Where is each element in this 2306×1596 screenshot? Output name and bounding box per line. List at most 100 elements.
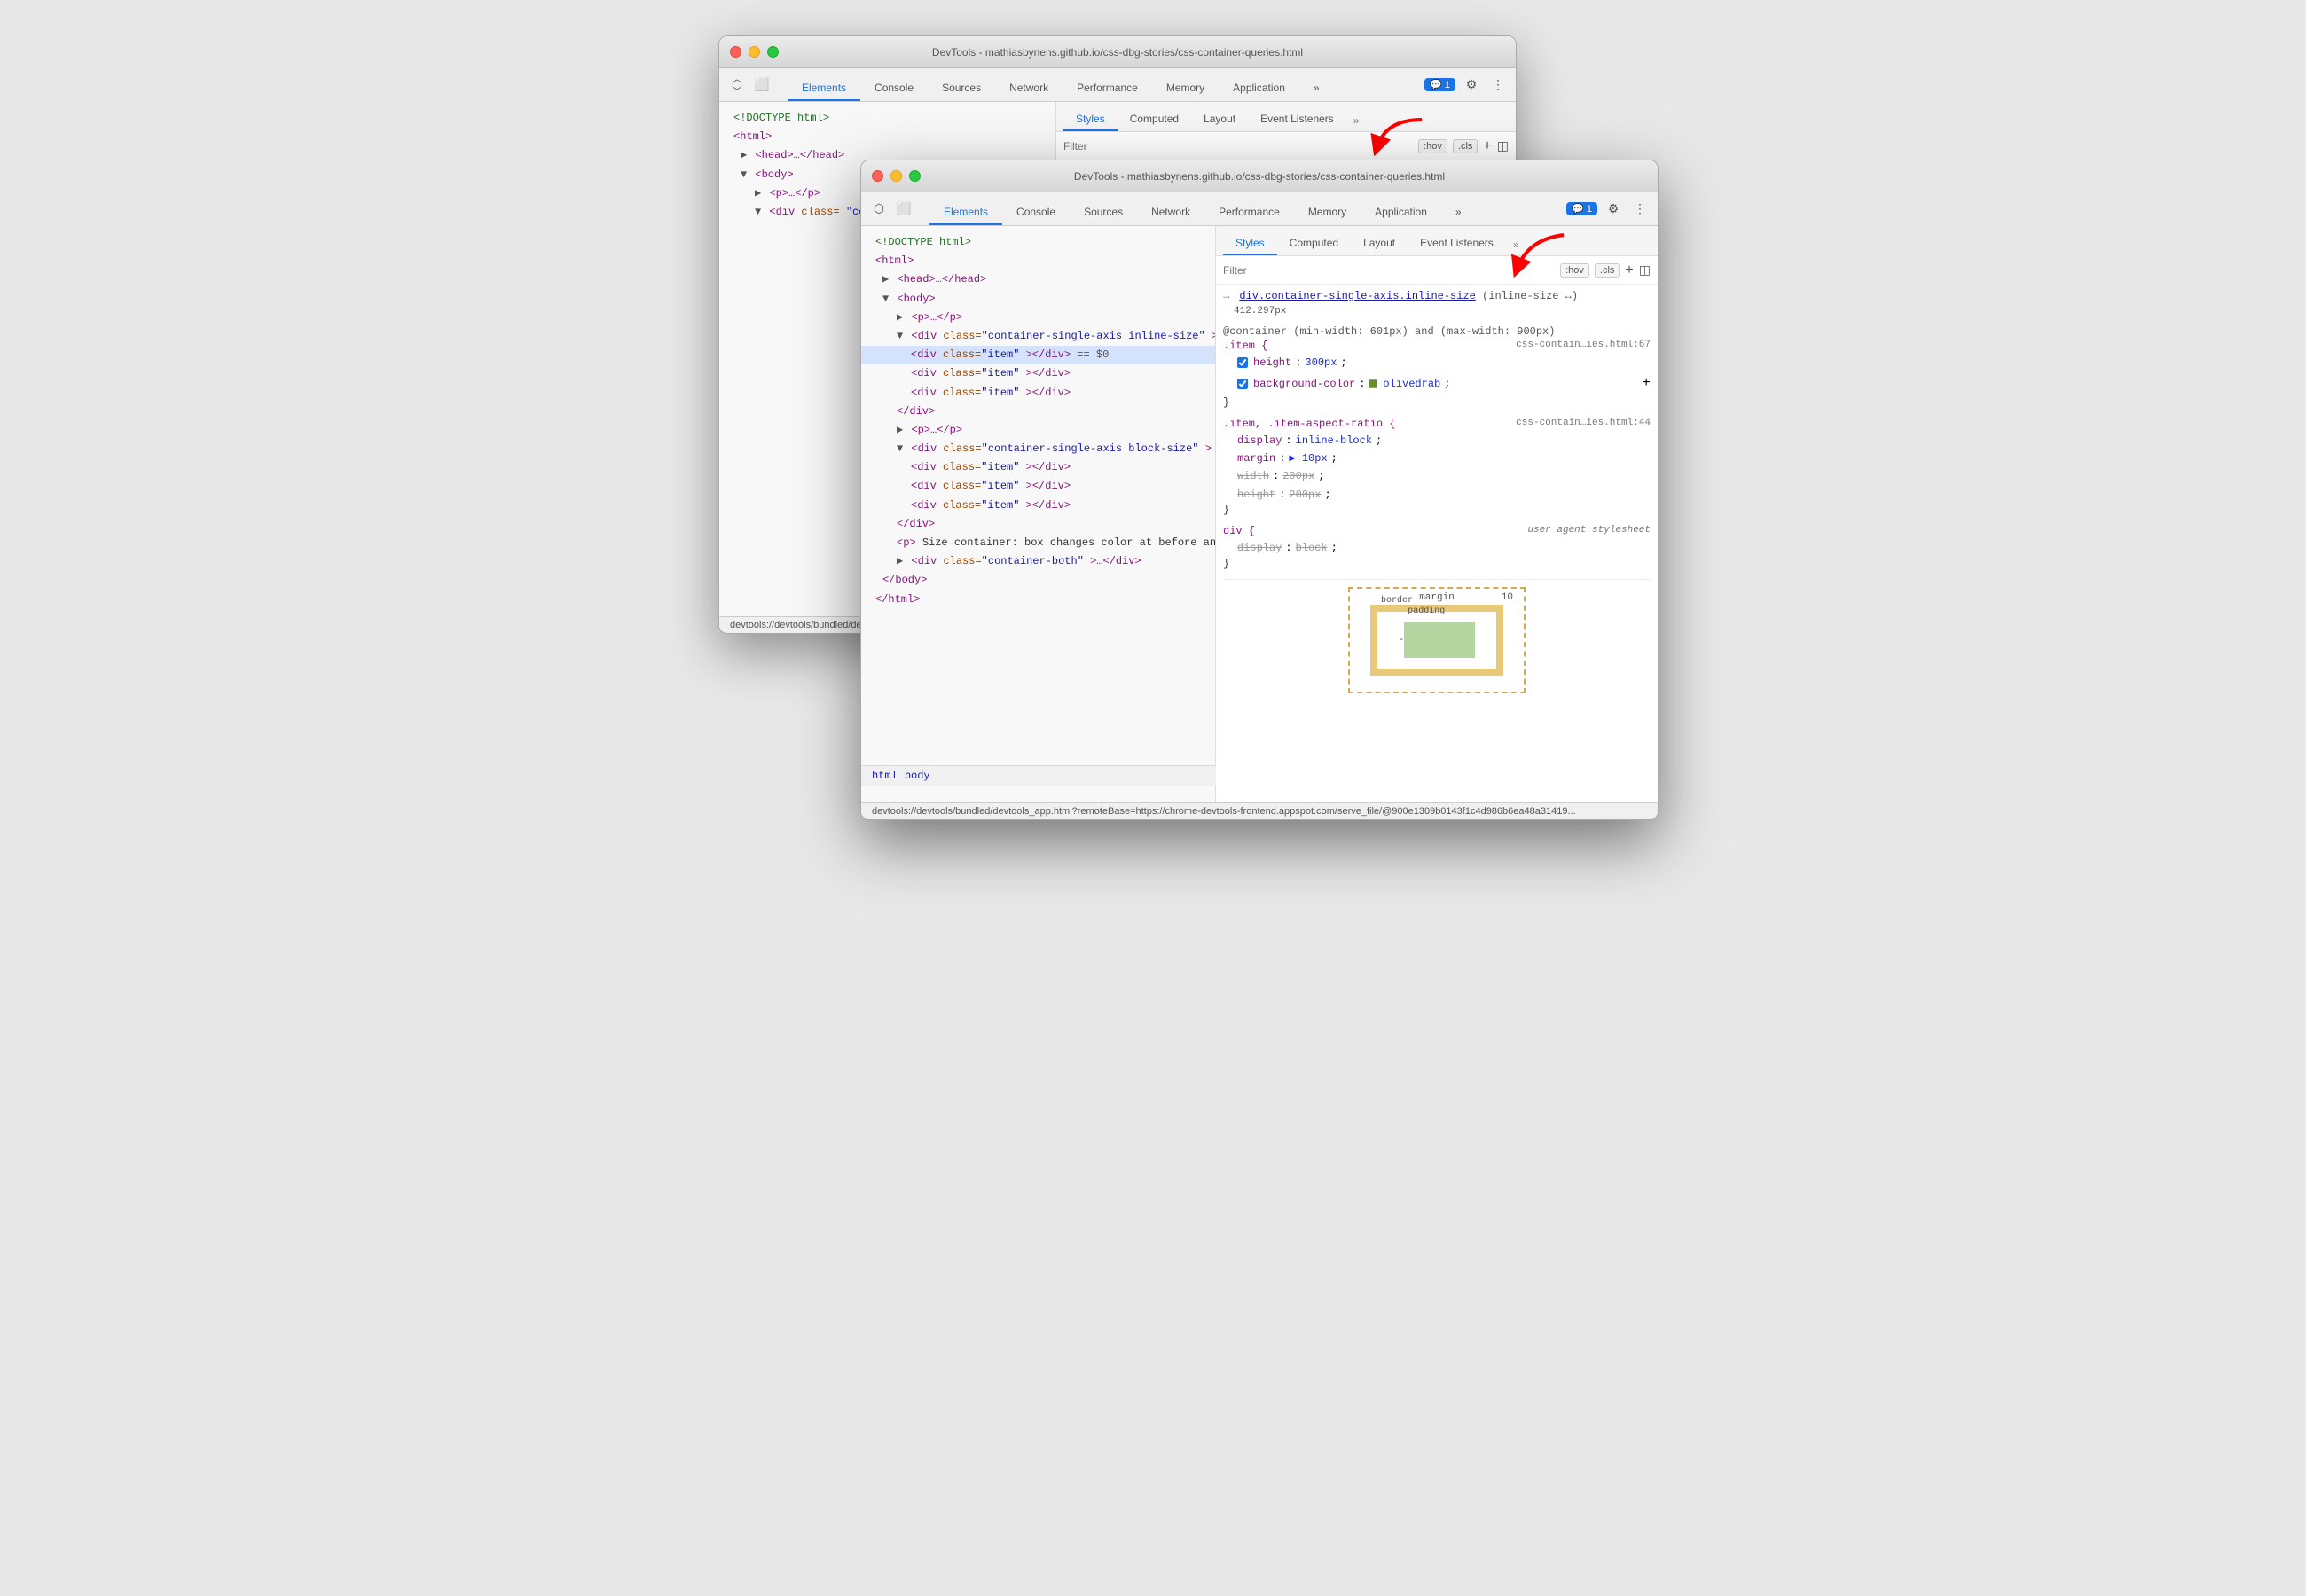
element-link-2[interactable]: div.container-single-axis.inline-size (1239, 290, 1475, 302)
html-line[interactable]: ▼ <body> (861, 290, 1215, 309)
tab-elements-1[interactable]: Elements (788, 76, 860, 101)
html-line[interactable]: <div class="item" ></div> (861, 364, 1215, 383)
bottom-url-2: devtools://devtools/bundled/devtools_app… (872, 806, 1576, 817)
bgcolor-checkbox[interactable] (1237, 379, 1248, 389)
toolbar-right-1: 💬 1 ⚙ ⋮ (1424, 74, 1509, 96)
traffic-lights-1[interactable] (730, 46, 779, 58)
filter-input-1[interactable] (1063, 140, 1406, 153)
html-line[interactable]: </body> (861, 571, 1215, 590)
color-swatch (1369, 379, 1377, 388)
add-property-btn[interactable]: + (1642, 372, 1651, 395)
messages-badge-1[interactable]: 💬 1 (1424, 78, 1455, 91)
rule3-source: user agent stylesheet (1527, 525, 1651, 539)
menu-icon-2[interactable]: ⋮ (1629, 199, 1651, 220)
messages-badge-2[interactable]: 💬 1 (1566, 202, 1597, 215)
traffic-lights-2[interactable] (872, 170, 921, 182)
sub-tabs-2: Styles Computed Layout Event Listeners » (1216, 226, 1658, 256)
tab-elements-2[interactable]: Elements (929, 200, 1002, 225)
subtab-styles-2[interactable]: Styles (1223, 232, 1277, 255)
toggle-styles-2[interactable]: ◫ (1639, 262, 1651, 278)
rule3-close: } (1223, 558, 1651, 570)
subtab-event-listeners-1[interactable]: Event Listeners (1248, 108, 1346, 131)
tab-more-1[interactable]: » (1299, 76, 1334, 101)
height-checkbox[interactable] (1237, 357, 1248, 368)
menu-icon-1[interactable]: ⋮ (1487, 74, 1509, 96)
tab-network-2[interactable]: Network (1137, 200, 1204, 225)
add-style-2[interactable]: + (1625, 262, 1633, 278)
tab-sources-2[interactable]: Sources (1070, 200, 1137, 225)
tab-performance-1[interactable]: Performance (1063, 76, 1152, 101)
html-line[interactable]: ▶ <p>…</p> (861, 309, 1215, 327)
inspect-icon[interactable]: ⬜ (751, 74, 773, 96)
html-panel-2[interactable]: <!DOCTYPE html> <html> ▶ <head>…</head> … (861, 226, 1216, 802)
tab-network-1[interactable]: Network (995, 76, 1063, 101)
tab-sources-1[interactable]: Sources (928, 76, 995, 101)
settings-icon-1[interactable]: ⚙ (1461, 74, 1482, 96)
cursor-icon-2[interactable]: ⬡ (868, 199, 890, 220)
style-prop-height: height : 300px ; (1223, 354, 1651, 372)
rule1-header: .item { css-contain…ies.html:67 (1223, 340, 1651, 354)
html-line[interactable]: </div> (861, 403, 1215, 421)
html-line[interactable]: <div class="item" ></div> (861, 477, 1215, 496)
tab-application-1[interactable]: Application (1219, 76, 1299, 101)
html-line[interactable]: <div class="item" ></div> (861, 384, 1215, 403)
subtab-layout-1[interactable]: Layout (1191, 108, 1248, 131)
maximize-button-2[interactable] (909, 170, 921, 182)
html-line[interactable]: <html> (861, 252, 1215, 270)
box-margin-value: 10 (1502, 592, 1513, 603)
tab-application-2[interactable]: Application (1361, 200, 1441, 225)
subtab-event-listeners-2[interactable]: Event Listeners (1408, 232, 1506, 255)
rule1-close: } (1223, 396, 1651, 409)
filter-actions-1: :hov .cls + ◫ (1413, 138, 1509, 154)
html-line[interactable]: </html> (861, 591, 1215, 609)
html-line[interactable]: ▶ <head>…</head> (861, 270, 1215, 289)
html-line-selected[interactable]: <div class="item" ></div> == $0 (861, 346, 1215, 364)
inspect-icon-2[interactable]: ⬜ (893, 199, 914, 220)
maximize-button-1[interactable] (767, 46, 779, 58)
container-query-2: @container (min-width: 601px) and (max-w… (1223, 325, 1651, 338)
breadcrumb-2: html body (861, 765, 1216, 786)
breadcrumb-html[interactable]: html (872, 770, 898, 782)
cursor-icon[interactable]: ⬡ (726, 74, 748, 96)
style-prop-display: display : inline-block ; (1223, 432, 1651, 450)
html-line[interactable]: <html> (719, 128, 1055, 146)
html-line[interactable]: <div class="item" ></div> (861, 458, 1215, 477)
html-line[interactable]: ▼ <div class="container-single-axis bloc… (861, 440, 1215, 458)
cls-filter[interactable]: .cls (1453, 139, 1479, 153)
html-line[interactable]: ▶ <div class="container-both" >…</div> (861, 552, 1215, 571)
html-line[interactable]: <!DOCTYPE html> (861, 233, 1215, 252)
tab-console-1[interactable]: Console (860, 76, 928, 101)
tab-performance-2[interactable]: Performance (1204, 200, 1294, 225)
box-margin-label: margin (1419, 592, 1455, 603)
minimize-button-2[interactable] (890, 170, 902, 182)
styles-content-2[interactable]: → div.container-single-axis.inline-size … (1216, 285, 1658, 802)
red-arrow-1 (1360, 111, 1431, 164)
cls-filter-2[interactable]: .cls (1595, 263, 1620, 278)
tab-memory-2[interactable]: Memory (1294, 200, 1361, 225)
subtab-layout-2[interactable]: Layout (1351, 232, 1408, 255)
html-line[interactable]: ▼ <div class="container-single-axis inli… (861, 327, 1215, 346)
settings-icon-2[interactable]: ⚙ (1603, 199, 1624, 220)
html-line[interactable]: </div> (861, 515, 1215, 534)
close-button-1[interactable] (730, 46, 741, 58)
html-line[interactable]: ▶ <p>…</p> (861, 421, 1215, 440)
html-line[interactable]: <div class="item" ></div> (861, 497, 1215, 515)
html-line[interactable]: <!DOCTYPE html> (719, 109, 1055, 128)
subtab-computed-1[interactable]: Computed (1118, 108, 1191, 131)
tab-memory-1[interactable]: Memory (1152, 76, 1219, 101)
toggle-styles[interactable]: ◫ (1497, 138, 1509, 153)
close-button-2[interactable] (872, 170, 883, 182)
add-style[interactable]: + (1483, 138, 1491, 154)
bottom-bar-2: devtools://devtools/bundled/devtools_app… (861, 802, 1658, 819)
tab-more-2[interactable]: » (1441, 200, 1476, 225)
main-content-2: <!DOCTYPE html> <html> ▶ <head>…</head> … (861, 226, 1658, 802)
style-prop-width: width : 200px ; (1223, 467, 1651, 485)
subtab-styles-1[interactable]: Styles (1063, 108, 1118, 131)
html-line[interactable]: <p> Size container: box changes color at… (861, 534, 1215, 552)
subtab-computed-2[interactable]: Computed (1277, 232, 1351, 255)
minimize-button-1[interactable] (749, 46, 760, 58)
tab-console-2[interactable]: Console (1002, 200, 1070, 225)
filter-input-2[interactable] (1223, 264, 1548, 277)
breadcrumb-body[interactable]: body (905, 770, 930, 782)
style-prop-bgcolor: background-color : olivedrab ; + (1223, 372, 1651, 395)
